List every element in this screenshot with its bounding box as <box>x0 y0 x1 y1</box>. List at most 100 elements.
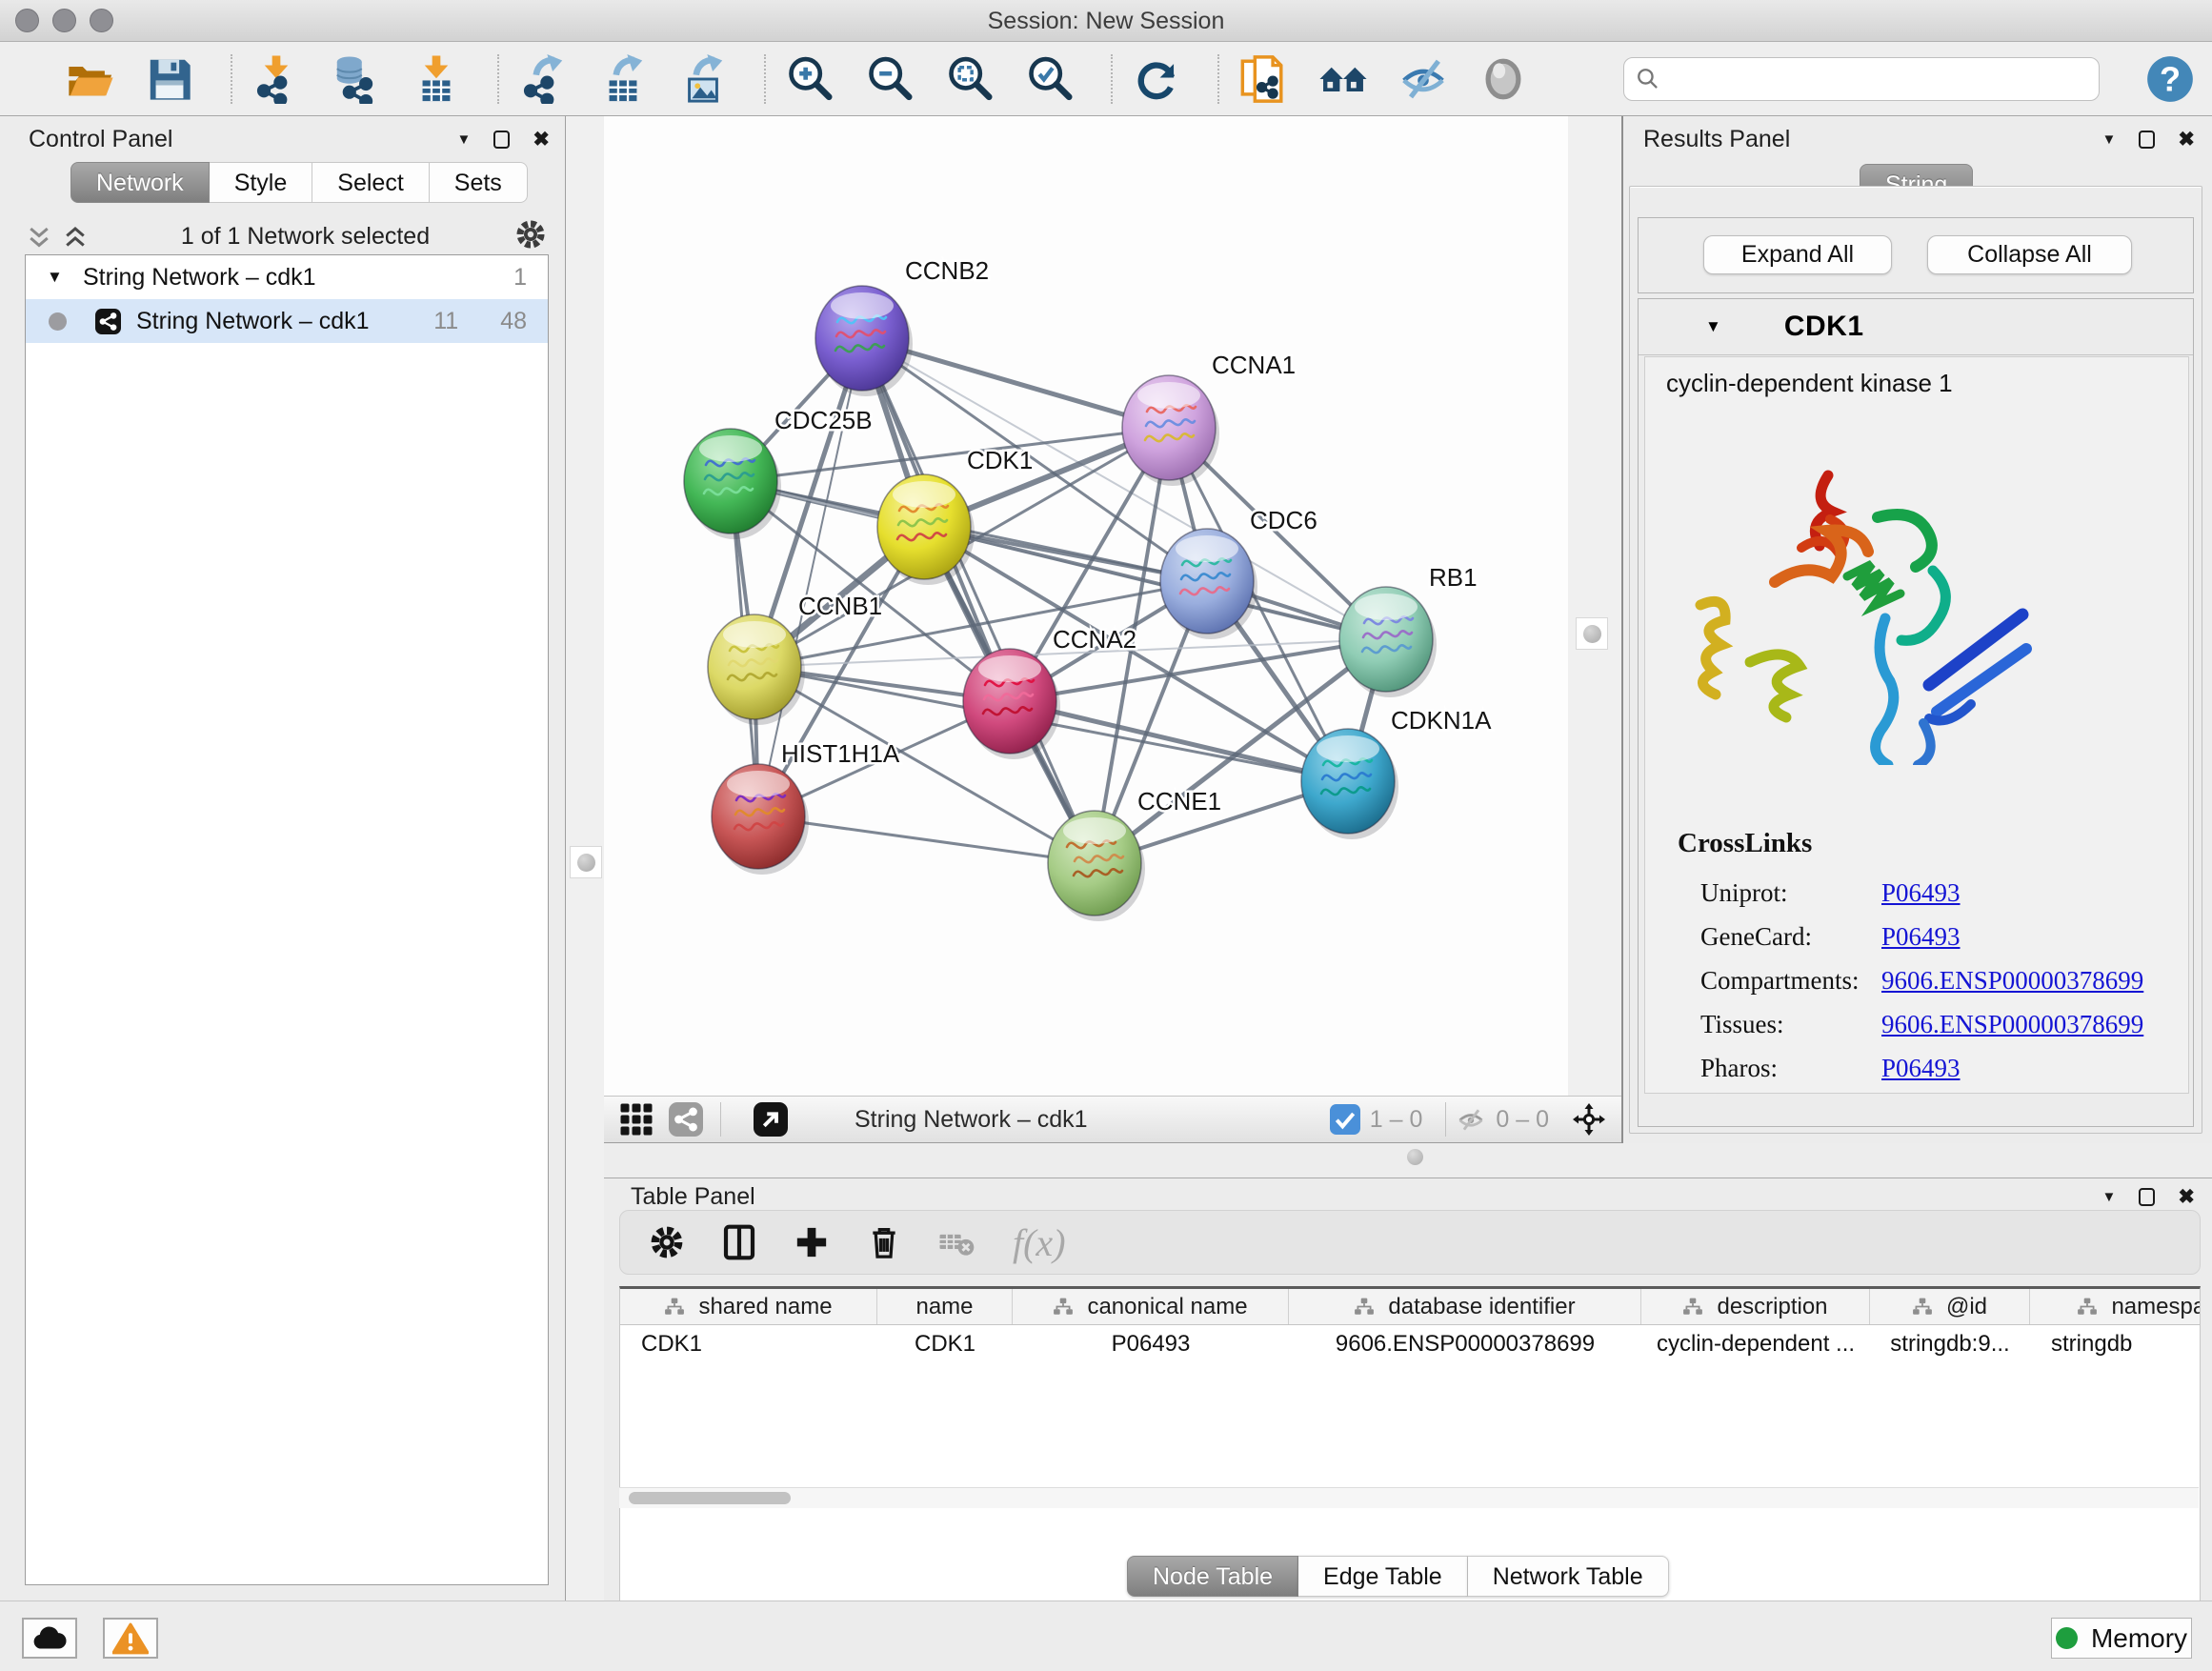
results-panel-float-icon[interactable] <box>2139 131 2155 149</box>
column-header-name[interactable]: name <box>877 1289 1013 1324</box>
control-panel-menu-icon[interactable]: ▼ <box>457 131 472 148</box>
refresh-icon[interactable] <box>1130 52 1183 106</box>
gene-expand-icon[interactable]: ▼ <box>1705 317 1721 336</box>
save-session-icon[interactable] <box>143 52 196 106</box>
zoom-out-icon[interactable] <box>863 52 916 106</box>
detach-view-icon[interactable] <box>754 1102 788 1137</box>
column-header-shared-name[interactable]: shared name <box>620 1289 877 1324</box>
pan-crosshair-icon[interactable] <box>1572 1102 1606 1137</box>
string-panel-icon[interactable] <box>669 1102 703 1137</box>
table-row[interactable]: CDK1CDK1P064939606.ENSP00000378699cyclin… <box>620 1325 2200 1362</box>
expand-all-button[interactable]: Expand All <box>1703 235 1892 274</box>
left-splitter-grip[interactable] <box>570 846 602 878</box>
network-canvas[interactable]: CCNB2CCNA1CDC25BCDK1CDC6RB1CCNB1CCNA2CDK… <box>604 116 1568 1096</box>
horizontal-splitter-grip[interactable] <box>1407 1149 1423 1165</box>
import-network-database-icon[interactable] <box>330 52 383 106</box>
crosslink-link[interactable]: P06493 <box>1881 922 1961 952</box>
cell-database-identifier[interactable]: 9606.ENSP00000378699 <box>1289 1325 1641 1362</box>
table-panel-menu-icon[interactable]: ▼ <box>2102 1189 2117 1205</box>
tab-network-table[interactable]: Network Table <box>1468 1556 1669 1597</box>
network-overview-icon[interactable] <box>1317 52 1370 106</box>
cell--id[interactable]: stringdb:9... <box>1870 1325 2030 1362</box>
node-CDKN1A[interactable]: CDKN1A <box>1301 706 1492 839</box>
selected-nodes-checkbox-icon[interactable] <box>1330 1104 1360 1135</box>
crosslink-link[interactable]: 9606.ENSP00000378699 <box>1881 966 2143 996</box>
node-CCNA2[interactable]: CCNA2 <box>963 625 1136 759</box>
zoom-in-icon[interactable] <box>783 52 836 106</box>
crosslinks-heading: CrossLinks <box>1678 828 1812 859</box>
node-CCNB2[interactable]: CCNB2 <box>815 256 989 396</box>
show-columns-icon[interactable] <box>717 1220 761 1264</box>
collapse-all-button[interactable]: Collapse All <box>1927 235 2132 274</box>
birds-eye-view-icon[interactable] <box>619 1102 654 1137</box>
tab-node-table[interactable]: Node Table <box>1127 1556 1298 1597</box>
table-horizontal-scrollbar[interactable] <box>619 1487 2199 1508</box>
expand-all-networks-icon[interactable] <box>25 224 53 249</box>
open-file-icon[interactable] <box>63 52 116 106</box>
crosslink-link[interactable]: 9606.ENSP00000378699 <box>1881 1010 2143 1039</box>
tab-style[interactable]: Style <box>210 162 313 203</box>
import-network-file-icon[interactable] <box>250 52 303 106</box>
node-HIST1H1A[interactable]: HIST1H1A <box>712 739 900 875</box>
export-snapshot-icon[interactable] <box>1237 52 1290 106</box>
tab-sets[interactable]: Sets <box>430 162 528 203</box>
network-options-gear-icon[interactable] <box>513 217 548 256</box>
left-splitter[interactable] <box>566 116 604 1601</box>
node-CCNA1[interactable]: CCNA1 <box>1122 351 1296 486</box>
warnings-button[interactable] <box>103 1618 158 1659</box>
cell-namespace[interactable]: stringdb <box>2030 1325 2201 1362</box>
show-panels-icon[interactable] <box>1477 52 1530 106</box>
cell-description[interactable]: cyclin-dependent ... <box>1641 1325 1870 1362</box>
column-header-database-identifier[interactable]: database identifier <box>1289 1289 1641 1324</box>
node-CCNB1[interactable]: CCNB1 <box>708 592 882 725</box>
node-CDC6[interactable]: CDC6 <box>1160 506 1317 639</box>
cloud-status-button[interactable] <box>22 1618 77 1659</box>
export-network-file-icon[interactable] <box>516 52 570 106</box>
cell-shared-name[interactable]: CDK1 <box>620 1325 877 1362</box>
crosslink-link[interactable]: P06493 <box>1881 878 1961 908</box>
create-column-icon[interactable] <box>790 1220 834 1264</box>
help-icon[interactable]: ? <box>2145 54 2195 104</box>
column-header-canonical-name[interactable]: canonical name <box>1013 1289 1289 1324</box>
horizontal-splitter[interactable] <box>604 1143 2212 1178</box>
node-CDK1[interactable]: CDK1 <box>877 446 1033 585</box>
column-header--id[interactable]: @id <box>1870 1289 2030 1324</box>
tab-network[interactable]: Network <box>70 162 210 203</box>
zoom-fit-icon[interactable] <box>943 52 996 106</box>
table-panel-close-icon[interactable]: ✖ <box>2178 1187 2195 1207</box>
control-panel-float-icon[interactable] <box>493 131 510 149</box>
scrollbar-thumb[interactable] <box>629 1492 791 1504</box>
export-image-file-icon[interactable] <box>676 52 730 106</box>
node-CCNE1[interactable]: CCNE1 <box>1048 787 1221 921</box>
column-header-description[interactable]: description <box>1641 1289 1870 1324</box>
search-box[interactable] <box>1623 57 2100 101</box>
results-panel-menu-icon[interactable]: ▼ <box>2102 131 2117 148</box>
cell-canonical-name[interactable]: P06493 <box>1013 1325 1289 1362</box>
node-table[interactable]: shared namenamecanonical namedatabase id… <box>619 1286 2201 1601</box>
network-collection-row[interactable]: ▼ String Network – cdk1 1 <box>26 255 548 299</box>
export-table-file-icon[interactable] <box>596 52 650 106</box>
search-input[interactable] <box>1668 66 2078 92</box>
edge-CCNB2-CCNE1[interactable] <box>862 338 1095 863</box>
right-splitter[interactable] <box>1568 116 1621 1143</box>
results-panel-close-icon[interactable]: ✖ <box>2178 130 2195 150</box>
column-header-namespace[interactable]: namespace <box>2030 1289 2201 1324</box>
network-row[interactable]: String Network – cdk1 11 48 <box>26 299 548 343</box>
control-panel-close-icon[interactable]: ✖ <box>533 130 550 150</box>
cell-name[interactable]: CDK1 <box>877 1325 1013 1362</box>
tab-select[interactable]: Select <box>312 162 429 203</box>
zoom-selected-icon[interactable] <box>1023 52 1076 106</box>
gene-section-header[interactable]: ▼ CDK1 <box>1639 299 2193 355</box>
right-splitter-grip[interactable] <box>1576 617 1608 650</box>
delete-column-trash-icon[interactable] <box>862 1220 906 1264</box>
tab-edge-table[interactable]: Edge Table <box>1298 1556 1468 1597</box>
memory-button[interactable]: Memory <box>2051 1618 2192 1659</box>
node-RB1[interactable]: RB1 <box>1339 563 1478 697</box>
hide-panels-icon[interactable] <box>1397 52 1450 106</box>
table-settings-gear-icon[interactable] <box>645 1220 689 1264</box>
collection-expand-icon[interactable]: ▼ <box>47 268 68 287</box>
collapse-all-networks-icon[interactable] <box>61 224 90 249</box>
crosslink-link[interactable]: P06493 <box>1881 1054 1961 1083</box>
import-table-file-icon[interactable] <box>410 52 463 106</box>
table-panel-float-icon[interactable] <box>2139 1188 2155 1206</box>
